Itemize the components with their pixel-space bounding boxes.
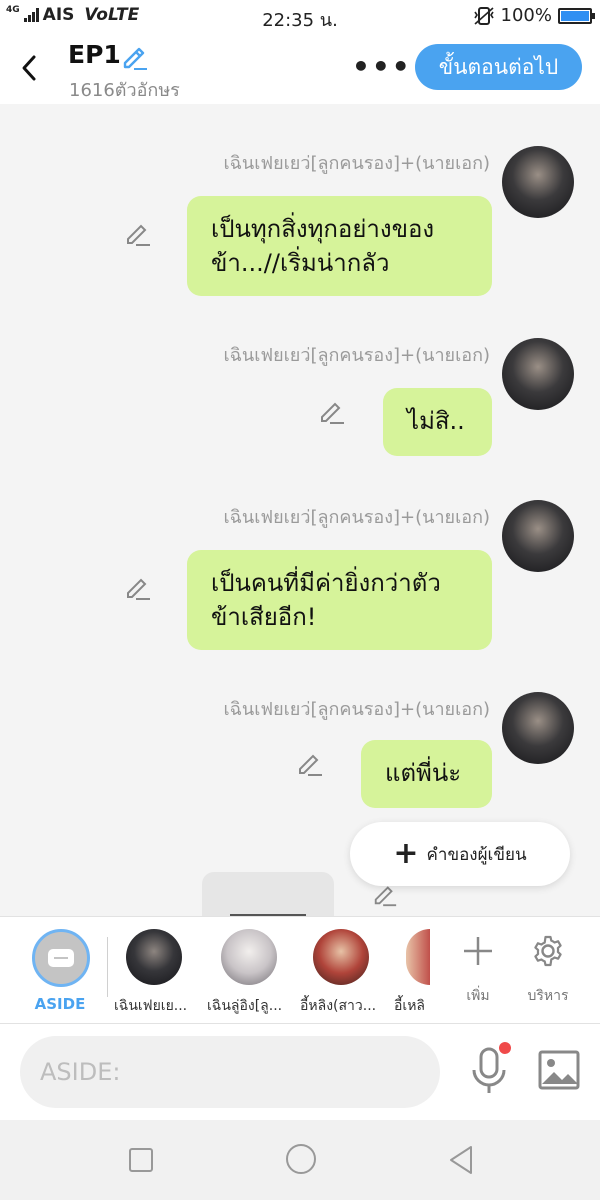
manage-characters-button[interactable] — [528, 931, 568, 971]
vibrate-icon — [473, 6, 494, 25]
character-name: อี้หลิง(สาว... — [300, 998, 377, 1014]
sender-avatar[interactable] — [502, 692, 574, 764]
sender-name: เฉินเฟยเยว่[ลูกคนรอง]+(นายเอก) — [223, 345, 490, 366]
message-bubble[interactable]: ไม่สิ.. — [383, 388, 492, 456]
add-character-button[interactable] — [458, 931, 498, 971]
message-bubble[interactable]: เป็นคนที่มีค่ายิ่งกว่าตัว ข้าเสียอีก! — [187, 550, 492, 650]
character-name: เฉินลู่อิง[ลู... — [207, 998, 283, 1014]
character-name: อี้เหลิ — [394, 998, 426, 1014]
plus-icon: + — [393, 836, 419, 871]
status-bar: 4G AIS VoLTE 22:35 น. 100% — [0, 0, 600, 32]
battery-fill — [561, 10, 589, 21]
aside-label: ASIDE — [34, 995, 86, 1013]
character-avatar[interactable] — [406, 929, 430, 985]
chevron-left-icon — [22, 55, 36, 81]
sender-avatar[interactable] — [502, 500, 574, 572]
plus-icon — [464, 937, 492, 965]
sender-name: เฉินเฟยเยว่[ลูกคนรอง]+(นายเอก) — [223, 153, 490, 174]
recording-dot — [499, 1042, 511, 1054]
sender-name: เฉินเฟยเยว่[ลูกคนรอง]+(นายเอก) — [223, 699, 490, 720]
message-line: เป็นคนที่มีค่ายิ่งกว่าตัว — [211, 569, 441, 597]
character-avatar[interactable] — [313, 929, 369, 985]
gear-icon — [534, 935, 562, 967]
character-name: เฉินเฟยเย... — [114, 998, 188, 1014]
system-nav-bar — [0, 1120, 600, 1200]
message-input-bar — [0, 1024, 600, 1120]
battery-icon — [558, 7, 595, 24]
recent-apps-button[interactable] — [129, 1148, 153, 1172]
message-line: แต่พี่น่ะ — [385, 759, 462, 787]
edit-title-icon[interactable] — [120, 42, 148, 70]
character-selector: ASIDE เฉินเฟยเย... เฉินลู่อิง[ลู... อี้ห… — [0, 916, 600, 1024]
message-bubble[interactable]: แต่พี่น่ะ — [361, 740, 492, 808]
edit-message-icon[interactable] — [296, 750, 324, 778]
episode-title[interactable]: EP1 — [68, 40, 121, 69]
message-line: ไม่สิ.. — [407, 407, 465, 435]
aside-button[interactable] — [32, 929, 90, 987]
home-button[interactable] — [286, 1144, 316, 1174]
back-triangle-icon[interactable] — [447, 1144, 475, 1176]
add-character-label: เพิ่ม — [466, 988, 490, 1004]
character-avatar[interactable] — [221, 929, 277, 985]
next-step-button[interactable]: ขั้นตอนต่อไป — [415, 44, 582, 90]
edit-message-icon[interactable] — [318, 398, 346, 426]
edit-message-icon[interactable] — [124, 574, 152, 602]
editor-header: EP1 1616ตัวอักษร ••• ขั้นตอนต่อไป — [0, 32, 600, 104]
pending-message-card[interactable] — [202, 872, 334, 916]
status-right: 100% — [473, 5, 595, 26]
message-line: ข้าเสียอีก! — [211, 603, 317, 631]
divider — [107, 937, 108, 997]
character-count: 1616ตัวอักษร — [69, 80, 180, 101]
edit-message-icon[interactable] — [124, 220, 152, 248]
sender-avatar[interactable] — [502, 338, 574, 410]
battery-percent: 100% — [500, 5, 552, 26]
sender-avatar[interactable] — [502, 146, 574, 218]
add-author-note-button[interactable]: + คำของผู้เขียน — [350, 822, 570, 886]
character-avatar[interactable] — [126, 929, 182, 985]
message-line: เป็นทุกสิ่งทุกอย่างของ — [211, 215, 435, 243]
sender-name: เฉินเฟยเยว่[ลูกคนรอง]+(นายเอก) — [223, 507, 490, 528]
message-bubble[interactable]: เป็นทุกสิ่งทุกอย่างของ ข้า...//เริ่มน่าก… — [187, 196, 492, 296]
message-input[interactable] — [20, 1036, 440, 1108]
chat-area: เฉินเฟยเยว่[ลูกคนรอง]+(นายเอก) เป็นทุกสิ… — [0, 104, 600, 916]
author-note-label: คำของผู้เขียน — [426, 844, 527, 865]
back-button[interactable] — [14, 50, 44, 86]
message-line: ข้า...//เริ่มน่ากลัว — [211, 249, 390, 277]
more-options-button[interactable]: ••• — [352, 50, 412, 83]
image-icon[interactable] — [538, 1050, 580, 1090]
manage-characters-label: บริหาร — [527, 988, 569, 1004]
aside-icon — [48, 949, 74, 967]
